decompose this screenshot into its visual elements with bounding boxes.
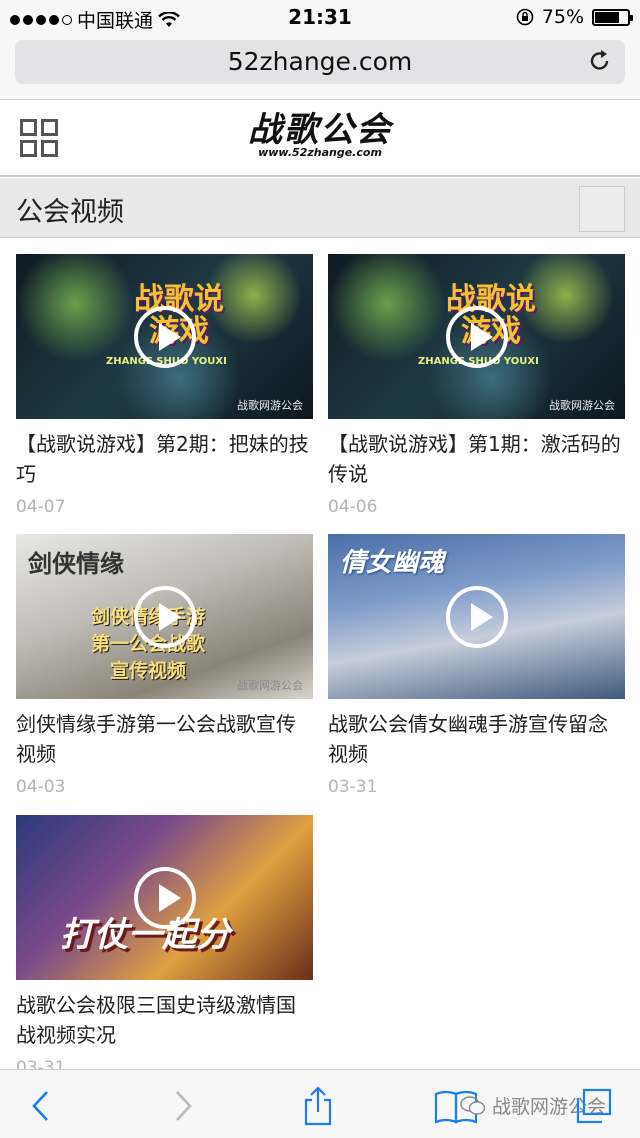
video-card[interactable]: 战歌说游戏 ZHANGE SHUO YOUXI 战歌网游公会 【战歌说游戏】第2… — [16, 254, 313, 517]
video-title[interactable]: 剑侠情缘手游第一公会战歌宣传视频 — [16, 709, 313, 769]
video-date: 04-03 — [16, 777, 66, 797]
section-title: 公会视频 — [16, 197, 124, 228]
video-title[interactable]: 【战歌说游戏】第2期：把妹的技巧 — [16, 429, 313, 489]
battery-icon — [592, 8, 633, 26]
browser-toolbar: 战歌网游公会 — [0, 1069, 640, 1138]
site-header: 战歌公会 www.52zhange.com — [0, 101, 640, 177]
status-right: 75% — [516, 6, 633, 28]
thumbnail-watermark: 战歌网游公会 — [237, 399, 303, 412]
video-date: 04-06 — [328, 497, 378, 517]
address-bar[interactable]: 52zhange.com — [15, 40, 625, 84]
play-icon[interactable] — [446, 306, 508, 368]
play-icon[interactable] — [134, 867, 196, 929]
video-card[interactable]: 剑侠情缘 剑侠情缘手游 第一公会战歌 宣传视频 战歌网游公会 剑侠情缘手游第一公… — [16, 534, 313, 797]
section-header: 公会视频 — [0, 178, 640, 238]
video-title[interactable]: 战歌公会极限三国史诗级激情国战视频实况 — [16, 990, 313, 1050]
section-toggle-button[interactable] — [579, 186, 625, 232]
play-icon[interactable] — [134, 306, 196, 368]
share-icon[interactable] — [298, 1086, 338, 1126]
video-title[interactable]: 战歌公会倩女幽魂手游宣传留念视频 — [328, 709, 625, 769]
battery-percent: 75% — [541, 6, 584, 28]
video-thumbnail[interactable]: 倩女幽魂 — [328, 534, 625, 699]
video-card[interactable]: 倩女幽魂 战歌公会倩女幽魂手游宣传留念视频 03-31 — [328, 534, 625, 797]
video-thumbnail[interactable]: 剑侠情缘 剑侠情缘手游 第一公会战歌 宣传视频 战歌网游公会 — [16, 534, 313, 699]
play-icon[interactable] — [134, 586, 196, 648]
thumbnail-text: 倩女幽魂 — [340, 548, 445, 578]
status-bar: 中国联通 21:31 75% — [0, 0, 640, 36]
logo-title: 战歌公会 — [248, 110, 392, 150]
battery-level — [595, 11, 619, 23]
video-thumbnail[interactable]: 战歌说游戏 ZHANGE SHUO YOUXI 战歌网游公会 — [16, 254, 313, 419]
url-text[interactable]: 52zhange.com — [15, 47, 625, 76]
wechat-icon — [460, 1095, 486, 1115]
tabs-icon[interactable] — [574, 1086, 614, 1126]
thumbnail-text: 剑侠情缘 — [28, 549, 124, 578]
video-thumbnail[interactable]: 战歌说游戏 ZHANGE SHUO YOUXI 战歌网游公会 — [328, 254, 625, 419]
video-thumbnail[interactable]: 打仗一起分 — [16, 815, 313, 980]
video-title[interactable]: 【战歌说游戏】第1期：激活码的传说 — [328, 429, 625, 489]
play-icon[interactable] — [446, 586, 508, 648]
video-card[interactable]: 打仗一起分 战歌公会极限三国史诗级激情国战视频实况 03-31 — [16, 815, 313, 1078]
video-date: 04-07 — [16, 497, 66, 517]
site-logo[interactable]: 战歌公会 www.52zhange.com — [0, 111, 640, 159]
thumbnail-caption-line: 宣传视频 — [109, 660, 186, 682]
logo-subtitle: www.52zhange.com — [258, 146, 382, 159]
thumbnail-watermark: 战歌网游公会 — [237, 679, 303, 692]
chevron-left-icon[interactable] — [22, 1086, 62, 1126]
chevron-right-icon[interactable] — [162, 1086, 202, 1126]
rotation-lock-icon — [516, 8, 534, 26]
browser-address-area: 52zhange.com — [0, 36, 640, 100]
thumbnail-watermark: 战歌网游公会 — [549, 399, 615, 412]
video-card[interactable]: 战歌说游戏 ZHANGE SHUO YOUXI 战歌网游公会 【战歌说游戏】第1… — [328, 254, 625, 517]
video-date: 03-31 — [328, 777, 378, 797]
reload-icon[interactable] — [587, 48, 613, 74]
